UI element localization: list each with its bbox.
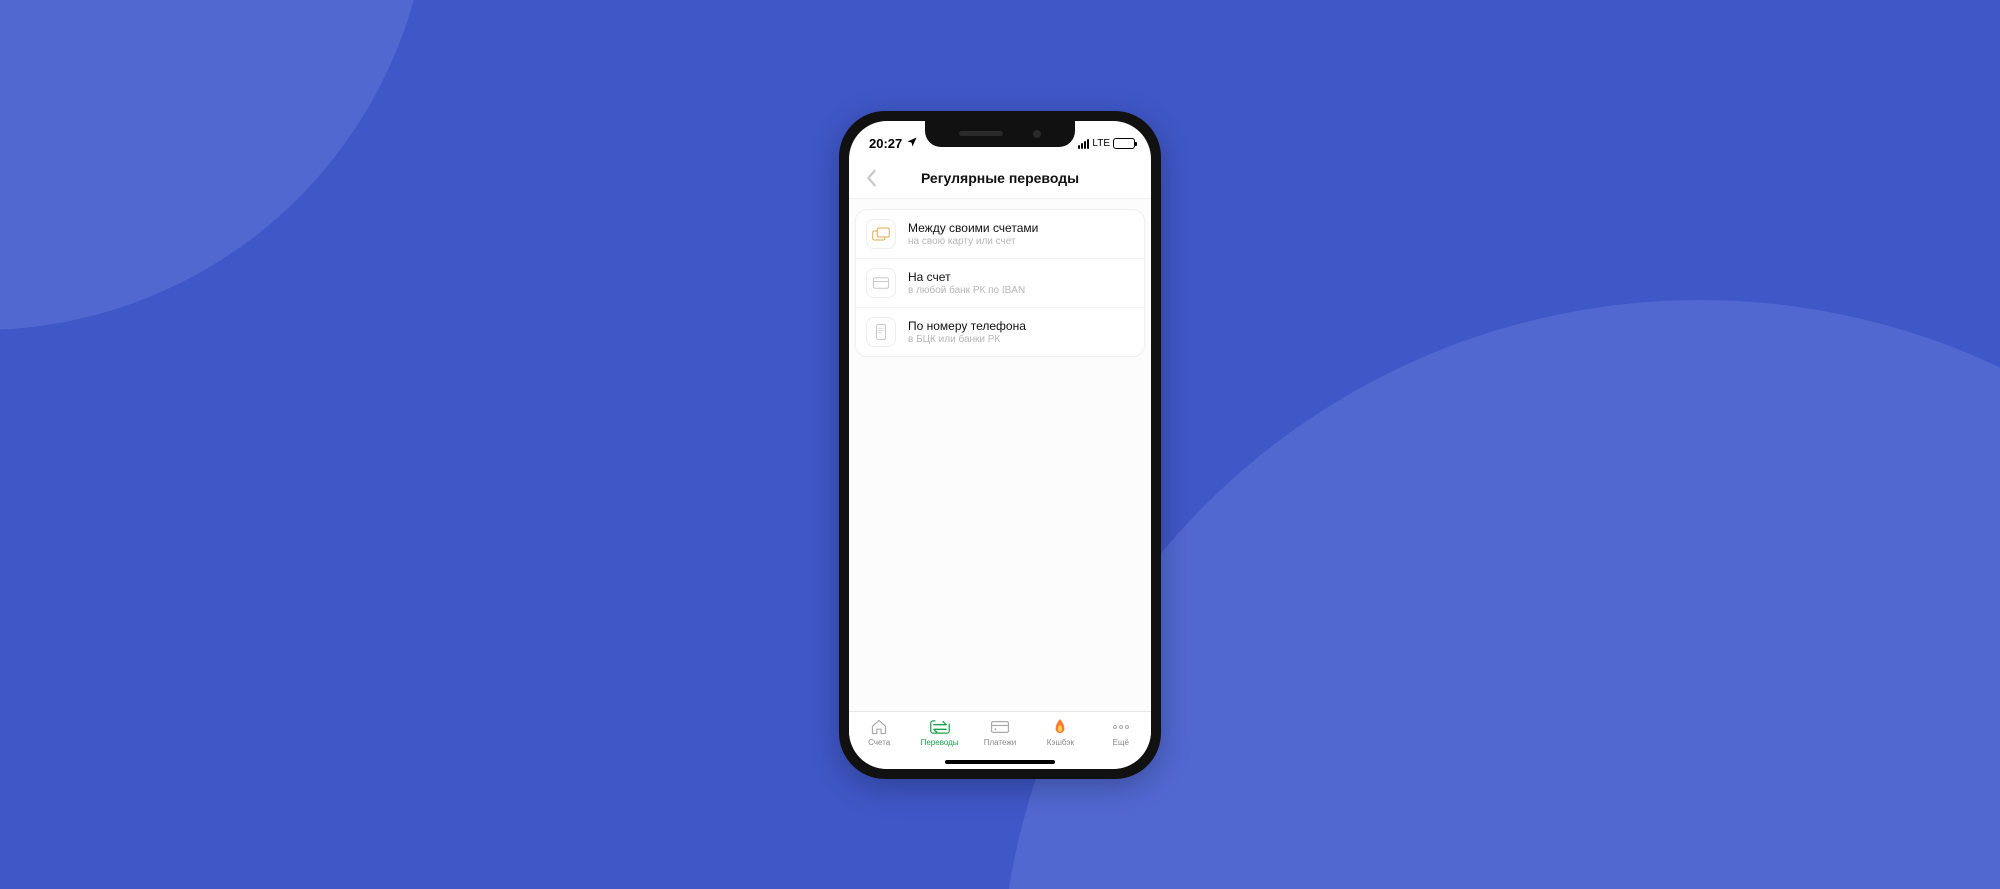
option-by-phone[interactable]: По номеру телефона в БЦК или банки РК <box>856 308 1144 356</box>
page-title: Регулярные переводы <box>849 170 1151 186</box>
account-icon <box>866 268 896 298</box>
phone-icon <box>866 317 896 347</box>
content-area: Между своими счетами на свою карту или с… <box>849 199 1151 711</box>
cashback-icon <box>1050 719 1070 735</box>
home-icon <box>869 719 889 735</box>
tab-payments[interactable]: Платежи <box>972 719 1028 747</box>
network-label: LTE <box>1092 138 1110 149</box>
option-between-own-accounts[interactable]: Между своими счетами на свою карту или с… <box>856 210 1144 259</box>
battery-icon <box>1113 138 1135 149</box>
tab-accounts[interactable]: Счета <box>851 719 907 747</box>
options-card: Между своими счетами на свою карту или с… <box>855 209 1145 357</box>
tab-label: Счета <box>868 738 890 747</box>
tab-label: Ещё <box>1113 738 1129 747</box>
tab-cashback[interactable]: Кэшбэк <box>1032 719 1088 747</box>
tab-label: Кэшбэк <box>1047 738 1074 747</box>
option-text: На счет в любой банк РК по IBAN <box>908 270 1025 296</box>
status-right: LTE <box>1078 138 1135 149</box>
tab-more[interactable]: Ещё <box>1093 719 1149 747</box>
speaker <box>959 131 1003 136</box>
option-title: По номеру телефона <box>908 319 1026 333</box>
home-indicator[interactable] <box>945 760 1055 764</box>
phone-notch <box>925 121 1075 147</box>
option-subtitle: в любой банк РК по IBAN <box>908 285 1025 296</box>
tab-label: Платежи <box>984 738 1016 747</box>
option-to-account[interactable]: На счет в любой банк РК по IBAN <box>856 259 1144 308</box>
option-subtitle: на свою карту или счет <box>908 236 1038 247</box>
back-button[interactable] <box>857 163 887 193</box>
option-title: На счет <box>908 270 1025 284</box>
phone-frame: 20:27 LTE Регулярные переводы <box>839 111 1161 779</box>
option-text: По номеру телефона в БЦК или банки РК <box>908 319 1026 345</box>
location-icon <box>906 136 918 151</box>
tab-transfers[interactable]: Переводы <box>912 719 968 747</box>
signal-icon <box>1078 139 1089 149</box>
transfers-icon <box>930 719 950 735</box>
more-icon <box>1111 719 1131 735</box>
option-title: Между своими счетами <box>908 221 1038 235</box>
front-camera <box>1033 130 1041 138</box>
tab-label: Переводы <box>921 738 959 747</box>
option-subtitle: в БЦК или банки РК <box>908 334 1026 345</box>
background: 20:27 LTE Регулярные переводы <box>0 0 2000 889</box>
status-left: 20:27 <box>869 136 918 151</box>
accounts-transfer-icon <box>866 219 896 249</box>
nav-header: Регулярные переводы <box>849 159 1151 199</box>
option-text: Между своими счетами на свою карту или с… <box>908 221 1038 247</box>
status-time: 20:27 <box>869 136 902 151</box>
payments-icon <box>990 719 1010 735</box>
phone-bezel: 20:27 LTE Регулярные переводы <box>849 121 1151 769</box>
bg-circle-top <box>0 0 430 330</box>
